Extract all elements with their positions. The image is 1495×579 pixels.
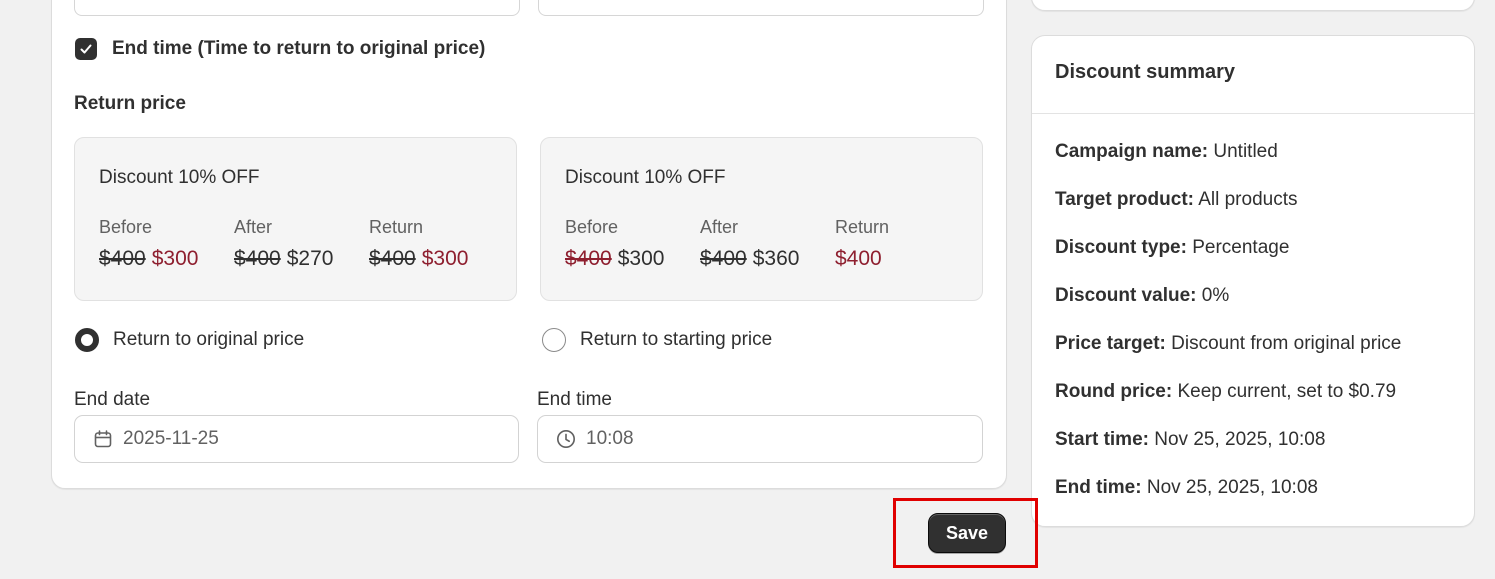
return-label: Return bbox=[369, 217, 424, 237]
radio-label: Return to original price bbox=[113, 329, 305, 350]
side-card-top bbox=[1031, 0, 1475, 11]
before-old-price: $400 bbox=[565, 247, 612, 270]
end-date-input[interactable]: 2025-11-25 bbox=[74, 415, 519, 463]
end-time-input[interactable]: 10:08 bbox=[537, 415, 983, 463]
before-old-price: $400 bbox=[99, 247, 146, 270]
summary-value: 0% bbox=[1201, 285, 1230, 306]
summary-discount-value: Discount value: 0% bbox=[1055, 285, 1229, 307]
after-old-price: $400 bbox=[234, 247, 281, 270]
summary-key: Campaign name: bbox=[1055, 141, 1209, 162]
before-column: Before $400 $300 bbox=[565, 217, 664, 271]
summary-header: Discount summary bbox=[1032, 36, 1474, 114]
after-new-price: $270 bbox=[286, 247, 334, 270]
checkmark-icon bbox=[80, 44, 92, 54]
return-label: Return bbox=[835, 217, 890, 237]
after-old-price: $400 bbox=[700, 247, 747, 270]
radio-return-starting[interactable]: Return to starting price bbox=[542, 328, 772, 352]
end-date-label: End date bbox=[74, 389, 151, 410]
summary-key: Discount value: bbox=[1055, 285, 1197, 306]
save-button[interactable]: Save bbox=[928, 513, 1006, 553]
summary-discount-type: Discount type: Percentage bbox=[1055, 237, 1289, 259]
summary-value: Discount from original price bbox=[1171, 333, 1402, 354]
return-price-title: Return price bbox=[74, 93, 186, 114]
before-column: Before $400 $300 bbox=[99, 217, 198, 271]
after-label: After bbox=[234, 217, 273, 237]
top-field-left[interactable] bbox=[74, 0, 520, 16]
end-time-label: End time bbox=[537, 389, 612, 410]
discount-summary-card: Discount summary Campaign name: Untitled… bbox=[1031, 35, 1475, 527]
summary-value: Nov 25, 2025, 10:08 bbox=[1146, 477, 1318, 498]
return-option-preview-starting: Discount 10% OFF Before $400 $300 After $… bbox=[540, 137, 983, 301]
end-time-checkbox[interactable] bbox=[75, 38, 97, 60]
summary-start-time: Start time: Nov 25, 2025, 10:08 bbox=[1055, 429, 1325, 451]
calendar-icon bbox=[93, 429, 113, 449]
radio-label: Return to starting price bbox=[580, 329, 773, 350]
radio-button-selected[interactable] bbox=[75, 328, 99, 352]
end-time-checkbox-row[interactable]: End time (Time to return to original pri… bbox=[75, 38, 485, 60]
summary-round-price: Round price: Keep current, set to $0.79 bbox=[1055, 381, 1396, 403]
return-old-price: $400 bbox=[369, 247, 416, 270]
summary-campaign-name: Campaign name: Untitled bbox=[1055, 141, 1278, 163]
summary-value: Percentage bbox=[1192, 237, 1290, 258]
before-label: Before bbox=[99, 217, 153, 237]
preview-title: Discount 10% OFF bbox=[565, 167, 726, 188]
summary-key: Discount type: bbox=[1055, 237, 1187, 258]
preview-title: Discount 10% OFF bbox=[99, 167, 260, 188]
after-new-price: $360 bbox=[752, 247, 800, 270]
summary-key: Target product: bbox=[1055, 189, 1194, 210]
end-time-value: 10:08 bbox=[586, 428, 634, 449]
before-label: Before bbox=[565, 217, 619, 237]
clock-icon bbox=[556, 429, 576, 449]
top-field-right[interactable] bbox=[538, 0, 984, 16]
summary-price-target: Price target: Discount from original pri… bbox=[1055, 333, 1401, 355]
summary-title: Discount summary bbox=[1055, 61, 1236, 83]
summary-key: Start time: bbox=[1055, 429, 1149, 450]
after-label: After bbox=[700, 217, 739, 237]
return-new-price: $400 bbox=[835, 247, 882, 270]
end-time-checkbox-label: End time (Time to return to original pri… bbox=[112, 38, 486, 59]
summary-key: Round price: bbox=[1055, 381, 1173, 402]
summary-value: All products bbox=[1198, 189, 1298, 210]
summary-key: End time: bbox=[1055, 477, 1142, 498]
radio-return-original[interactable]: Return to original price bbox=[75, 328, 304, 352]
summary-key: Price target: bbox=[1055, 333, 1166, 354]
return-option-preview-original: Discount 10% OFF Before $400 $300 After $… bbox=[74, 137, 517, 301]
after-column: After $400 $360 bbox=[700, 217, 799, 271]
summary-end-time: End time: Nov 25, 2025, 10:08 bbox=[1055, 477, 1318, 499]
summary-value: Untitled bbox=[1213, 141, 1278, 162]
summary-value: Keep current, set to $0.79 bbox=[1177, 381, 1397, 402]
before-new-price: $300 bbox=[617, 247, 665, 270]
before-new-price: $300 bbox=[151, 247, 199, 270]
radio-button[interactable] bbox=[542, 328, 566, 352]
return-new-price: $300 bbox=[421, 247, 469, 270]
return-column: Return $400 $300 bbox=[369, 217, 468, 271]
summary-target-product: Target product: All products bbox=[1055, 189, 1298, 211]
after-column: After $400 $270 bbox=[234, 217, 333, 271]
return-column: Return $400 bbox=[835, 217, 889, 271]
end-date-value: 2025-11-25 bbox=[123, 428, 219, 449]
summary-value: Nov 25, 2025, 10:08 bbox=[1154, 429, 1326, 450]
